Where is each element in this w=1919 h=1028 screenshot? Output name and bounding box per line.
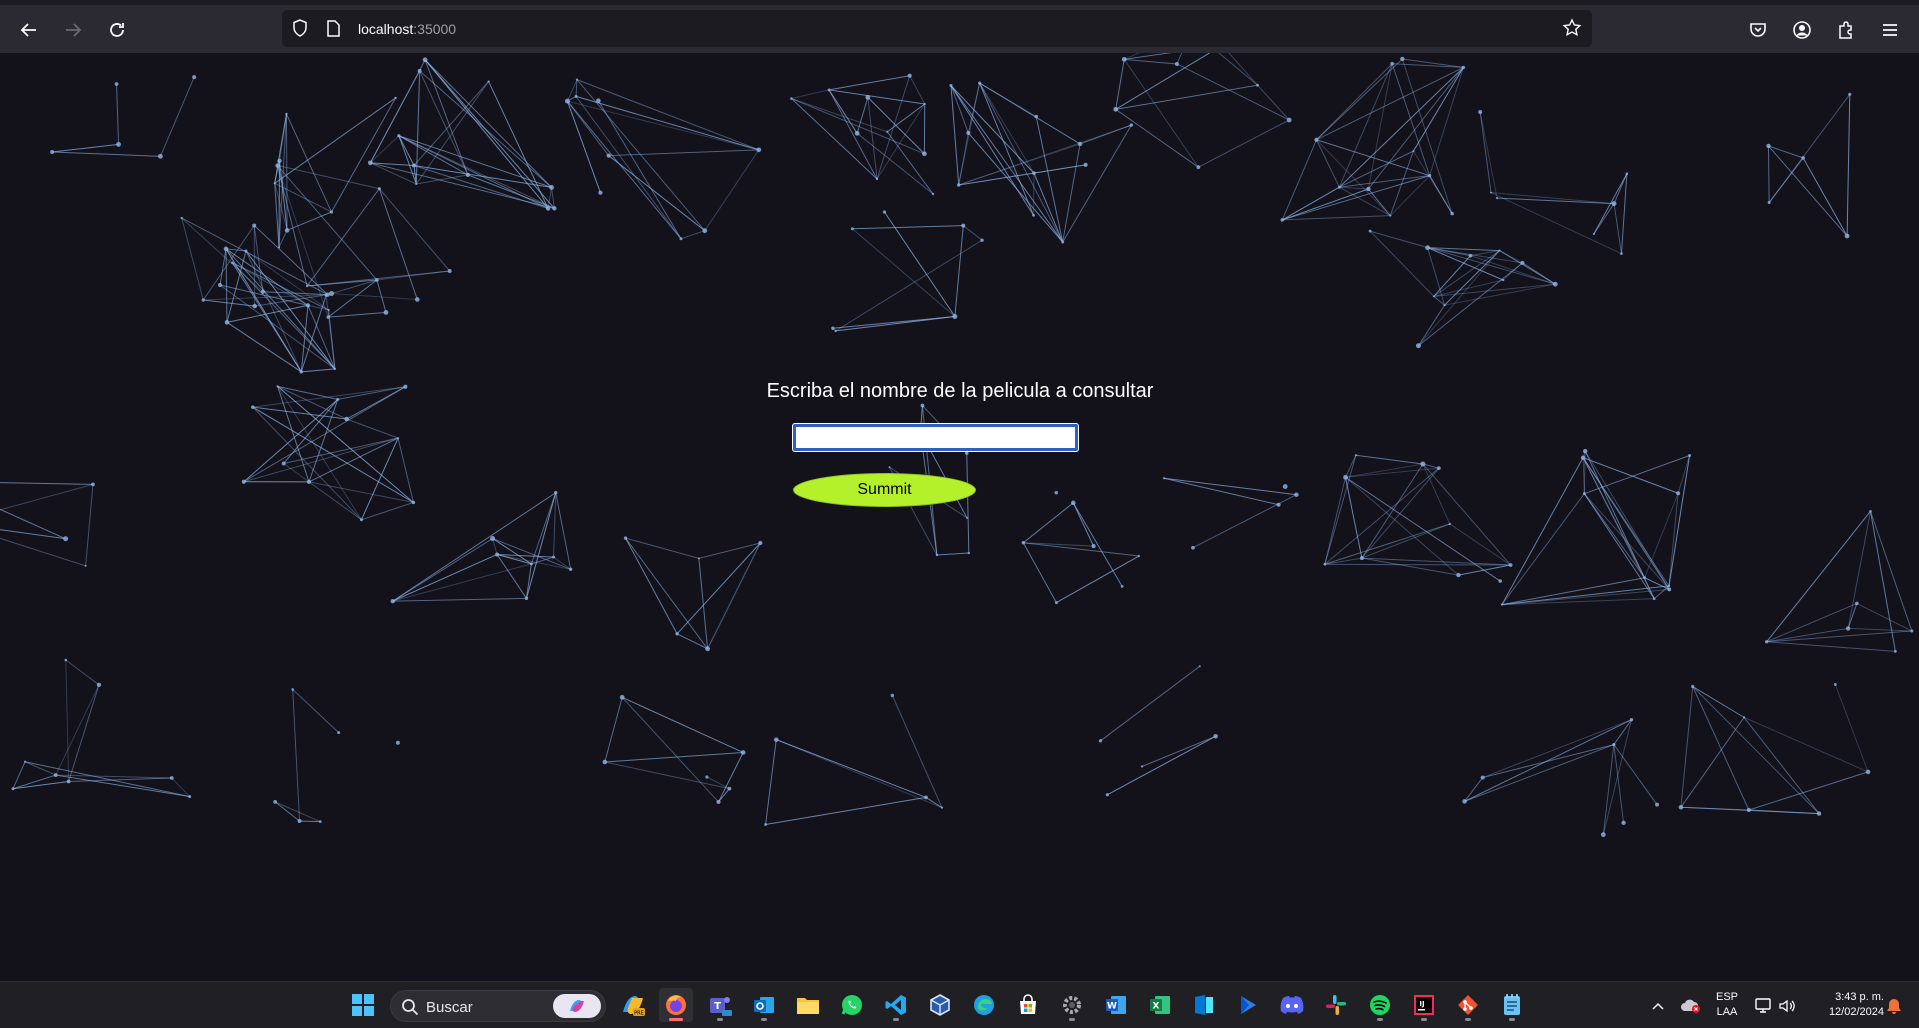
pocket-button[interactable] <box>1744 16 1772 44</box>
back-button[interactable] <box>14 15 44 45</box>
svg-text:IJ: IJ <box>1419 1000 1424 1008</box>
account-button[interactable] <box>1788 16 1816 44</box>
bookmark-star-icon[interactable] <box>1562 18 1582 38</box>
network-ethernet-icon <box>1755 998 1771 1013</box>
back-arrow-icon <box>20 23 36 37</box>
pocket-icon <box>1750 23 1766 37</box>
browser-toolbar: localhost:35000 <box>0 0 1919 53</box>
url-host: localhost <box>358 21 414 37</box>
taskbar-settings[interactable] <box>1055 988 1089 1022</box>
copilot-pre-icon: PRE <box>623 996 645 1017</box>
taskbar-teams[interactable]: T <box>703 988 737 1022</box>
prompt-label: Escriba el nombre de la pelicula a consu… <box>766 380 1154 402</box>
teams-icon: T <box>710 997 732 1016</box>
taskbar-notepad[interactable] <box>1495 988 1529 1022</box>
taskbar-copilot-pre[interactable]: PRE <box>616 988 650 1022</box>
taskbar-virtualbox[interactable] <box>923 988 957 1022</box>
windows-start-icon <box>352 994 374 1016</box>
settings-gear-icon <box>1063 996 1081 1014</box>
tray-onedrive[interactable] <box>1680 995 1702 1017</box>
url-port: :35000 <box>413 21 457 37</box>
azure-data-studio-icon <box>1195 995 1213 1015</box>
tray-overflow-button[interactable] <box>1647 995 1669 1017</box>
spotify-icon <box>1370 995 1390 1015</box>
language-indicator[interactable]: ESP LAA <box>1712 990 1742 1020</box>
hamburger-menu-icon <box>1883 24 1897 36</box>
taskbar-outlook[interactable] <box>747 988 781 1022</box>
excel-icon: X <box>1150 996 1170 1014</box>
copilot-icon <box>570 1000 584 1012</box>
language-line2: LAA <box>1716 1006 1738 1018</box>
taskbar-power-automate[interactable] <box>1231 988 1265 1022</box>
outlook-icon <box>754 997 774 1013</box>
extensions-button[interactable] <box>1832 16 1860 44</box>
address-bar[interactable]: localhost:35000 <box>282 10 1592 47</box>
word-icon: W <box>1106 996 1126 1014</box>
taskbar-microsoft-store[interactable] <box>1011 988 1045 1022</box>
firefox-icon <box>666 995 686 1015</box>
discord-icon <box>1280 996 1304 1014</box>
taskbar-discord[interactable] <box>1275 988 1309 1022</box>
svg-text:PRE: PRE <box>634 1011 644 1017</box>
reload-button[interactable] <box>102 15 132 45</box>
taskbar-file-explorer[interactable] <box>791 988 825 1022</box>
tray-network[interactable] <box>1753 995 1775 1017</box>
submit-button[interactable]: Summit <box>793 473 976 507</box>
tray-volume[interactable] <box>1776 995 1798 1017</box>
svg-text:W: W <box>1107 1002 1117 1012</box>
clock[interactable]: 3:43 p. m. 12/02/2024 <box>1812 990 1884 1020</box>
clock-date: 12/02/2024 <box>1828 1006 1884 1018</box>
forward-button[interactable] <box>58 15 88 45</box>
notepad-icon <box>1504 994 1520 1015</box>
taskbar-git[interactable] <box>1451 988 1485 1022</box>
vscode-icon <box>885 995 906 1015</box>
power-automate-icon <box>1241 996 1256 1014</box>
taskbar-whatsapp[interactable] <box>835 988 869 1022</box>
taskbar-search[interactable]: Buscar <box>390 990 606 1022</box>
microsoft-store-icon <box>1020 994 1036 1014</box>
notification-bell-icon <box>1887 999 1901 1014</box>
taskbar-slack[interactable] <box>1319 988 1353 1022</box>
taskbar-word[interactable]: W <box>1099 988 1133 1022</box>
onedrive-error-icon <box>1681 999 1700 1013</box>
intellij-icon: IJ <box>1414 995 1434 1015</box>
movie-name-input[interactable] <box>792 423 1079 452</box>
virtualbox-icon <box>930 994 950 1016</box>
chevron-up-icon <box>1652 1002 1664 1010</box>
tracking-shield-icon[interactable] <box>292 19 308 37</box>
taskbar-vscode[interactable] <box>879 988 913 1022</box>
page-viewport: Escriba el nombre de la pelicula a consu… <box>0 53 1919 981</box>
slack-icon <box>1326 995 1346 1015</box>
whatsapp-icon <box>841 995 862 1015</box>
taskbar-excel[interactable]: X <box>1143 988 1177 1022</box>
menu-button[interactable] <box>1876 16 1904 44</box>
language-line1: ESP <box>1715 991 1738 1003</box>
file-explorer-icon <box>797 998 819 1014</box>
taskbar-intellij[interactable]: IJ <box>1407 988 1441 1022</box>
git-icon <box>1458 995 1478 1015</box>
edge-icon <box>974 995 994 1015</box>
reload-icon <box>110 23 124 37</box>
page-info-icon[interactable] <box>326 20 340 37</box>
account-icon <box>1793 21 1811 39</box>
search-placeholder: Buscar <box>426 999 473 1016</box>
svg-text:T: T <box>714 1001 721 1012</box>
tray-notifications[interactable] <box>1883 995 1905 1017</box>
windows-taskbar: Buscar PRE T W X IJ ESP LAA 3:43 p. m. 1… <box>0 981 1919 1028</box>
copilot-search-highlight[interactable] <box>553 994 601 1018</box>
url-text[interactable]: localhost:35000 <box>358 21 456 37</box>
puzzle-icon <box>1839 21 1852 39</box>
taskbar-spotify[interactable] <box>1363 988 1397 1022</box>
taskbar-azure-data-studio[interactable] <box>1187 988 1221 1022</box>
speaker-volume-icon <box>1779 999 1795 1013</box>
movie-search-form: Escriba el nombre de la pelicula a consu… <box>0 53 1919 981</box>
forward-arrow-icon <box>66 23 82 37</box>
clock-time: 3:43 p. m. <box>1835 991 1884 1003</box>
taskbar-edge[interactable] <box>967 988 1001 1022</box>
taskbar-firefox[interactable] <box>659 988 693 1022</box>
search-icon <box>402 999 419 1016</box>
start-button[interactable] <box>346 988 380 1022</box>
svg-text:X: X <box>1153 1002 1160 1012</box>
